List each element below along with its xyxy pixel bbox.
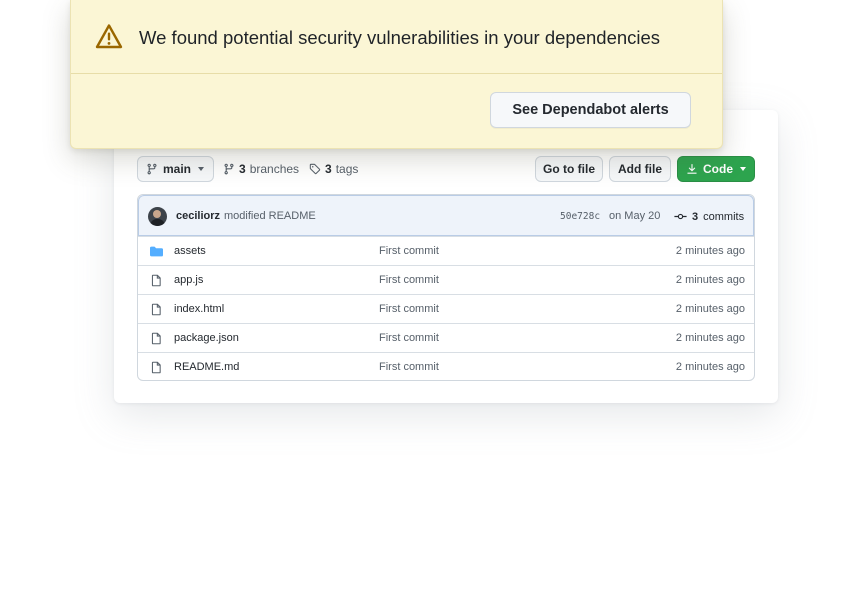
- code-button-label: Code: [703, 162, 733, 176]
- git-commit-icon: [674, 213, 687, 220]
- commit-message[interactable]: modified README: [224, 210, 316, 222]
- latest-commit-bar: ceciliorz modified README 50e728c on May…: [138, 195, 754, 236]
- file-age: 2 minutes ago: [675, 332, 745, 344]
- file-icon: [151, 332, 161, 345]
- branch-select-button[interactable]: main: [137, 156, 214, 182]
- code-button[interactable]: Code: [677, 156, 755, 182]
- tags-link[interactable]: 3 tags: [309, 156, 358, 182]
- download-icon: [687, 163, 697, 174]
- file-icon: [151, 303, 161, 316]
- file-commit-message[interactable]: First commit: [379, 245, 439, 257]
- branches-link[interactable]: 3 branches: [223, 156, 299, 182]
- file-age: 2 minutes ago: [675, 361, 745, 373]
- folder-icon: [150, 246, 163, 257]
- file-row[interactable]: index.html First commit 2 minutes ago: [138, 294, 754, 323]
- see-dependabot-alerts-button[interactable]: See Dependabot alerts: [490, 92, 691, 128]
- file-age: 2 minutes ago: [675, 274, 745, 286]
- avatar[interactable]: [148, 207, 167, 226]
- file-row[interactable]: README.md First commit 2 minutes ago: [138, 352, 754, 380]
- file-age: 2 minutes ago: [675, 303, 745, 315]
- branch-name: main: [163, 162, 192, 176]
- commit-author[interactable]: ceciliorz: [176, 210, 220, 222]
- file-commit-message[interactable]: First commit: [379, 332, 439, 344]
- git-branch-icon: [147, 163, 157, 175]
- go-to-file-button[interactable]: Go to file: [535, 156, 603, 182]
- file-commit-message[interactable]: First commit: [379, 303, 439, 315]
- tags-count: 3: [325, 162, 332, 176]
- file-icon: [151, 361, 161, 374]
- file-row[interactable]: app.js First commit 2 minutes ago: [138, 265, 754, 294]
- branches-count: 3: [239, 162, 246, 176]
- tags-label: tags: [335, 162, 359, 176]
- file-commit-message[interactable]: First commit: [379, 274, 439, 286]
- repo-card: main 3 branches 3 tags Go to file Add fi…: [114, 110, 778, 403]
- file-age: 2 minutes ago: [675, 245, 745, 257]
- file-row[interactable]: package.json First commit 2 minutes ago: [138, 323, 754, 352]
- tag-icon: [309, 163, 321, 175]
- branches-label: branches: [249, 162, 300, 176]
- chevron-down-icon: [198, 167, 205, 171]
- file-name[interactable]: assets: [174, 245, 206, 257]
- add-file-button[interactable]: Add file: [609, 156, 671, 182]
- chevron-down-icon: [740, 167, 746, 171]
- file-name[interactable]: README.md: [174, 361, 239, 373]
- file-name[interactable]: package.json: [174, 332, 239, 344]
- alert-divider: [71, 73, 722, 74]
- file-name[interactable]: index.html: [174, 303, 224, 315]
- file-row[interactable]: assets First commit 2 minutes ago: [138, 236, 754, 265]
- repo-toolbar: main 3 branches 3 tags Go to file Add fi…: [137, 156, 755, 182]
- commit-sha[interactable]: 50e728c: [560, 211, 600, 222]
- security-alert-banner: We found potential security vulnerabilit…: [70, 0, 723, 149]
- commit-count: 3: [692, 210, 699, 223]
- commit-count-label: commits: [703, 210, 745, 223]
- commit-date: on May 20: [609, 210, 661, 222]
- alert-message: We found potential security vulnerabilit…: [139, 27, 661, 48]
- alert-icon: [95, 24, 123, 49]
- git-branch-icon: [224, 163, 234, 175]
- file-commit-message[interactable]: First commit: [379, 361, 439, 373]
- file-name[interactable]: app.js: [174, 274, 203, 286]
- commit-count-link[interactable]: 3 commits: [674, 210, 744, 223]
- file-list: ceciliorz modified README 50e728c on May…: [137, 194, 755, 381]
- file-icon: [151, 274, 161, 287]
